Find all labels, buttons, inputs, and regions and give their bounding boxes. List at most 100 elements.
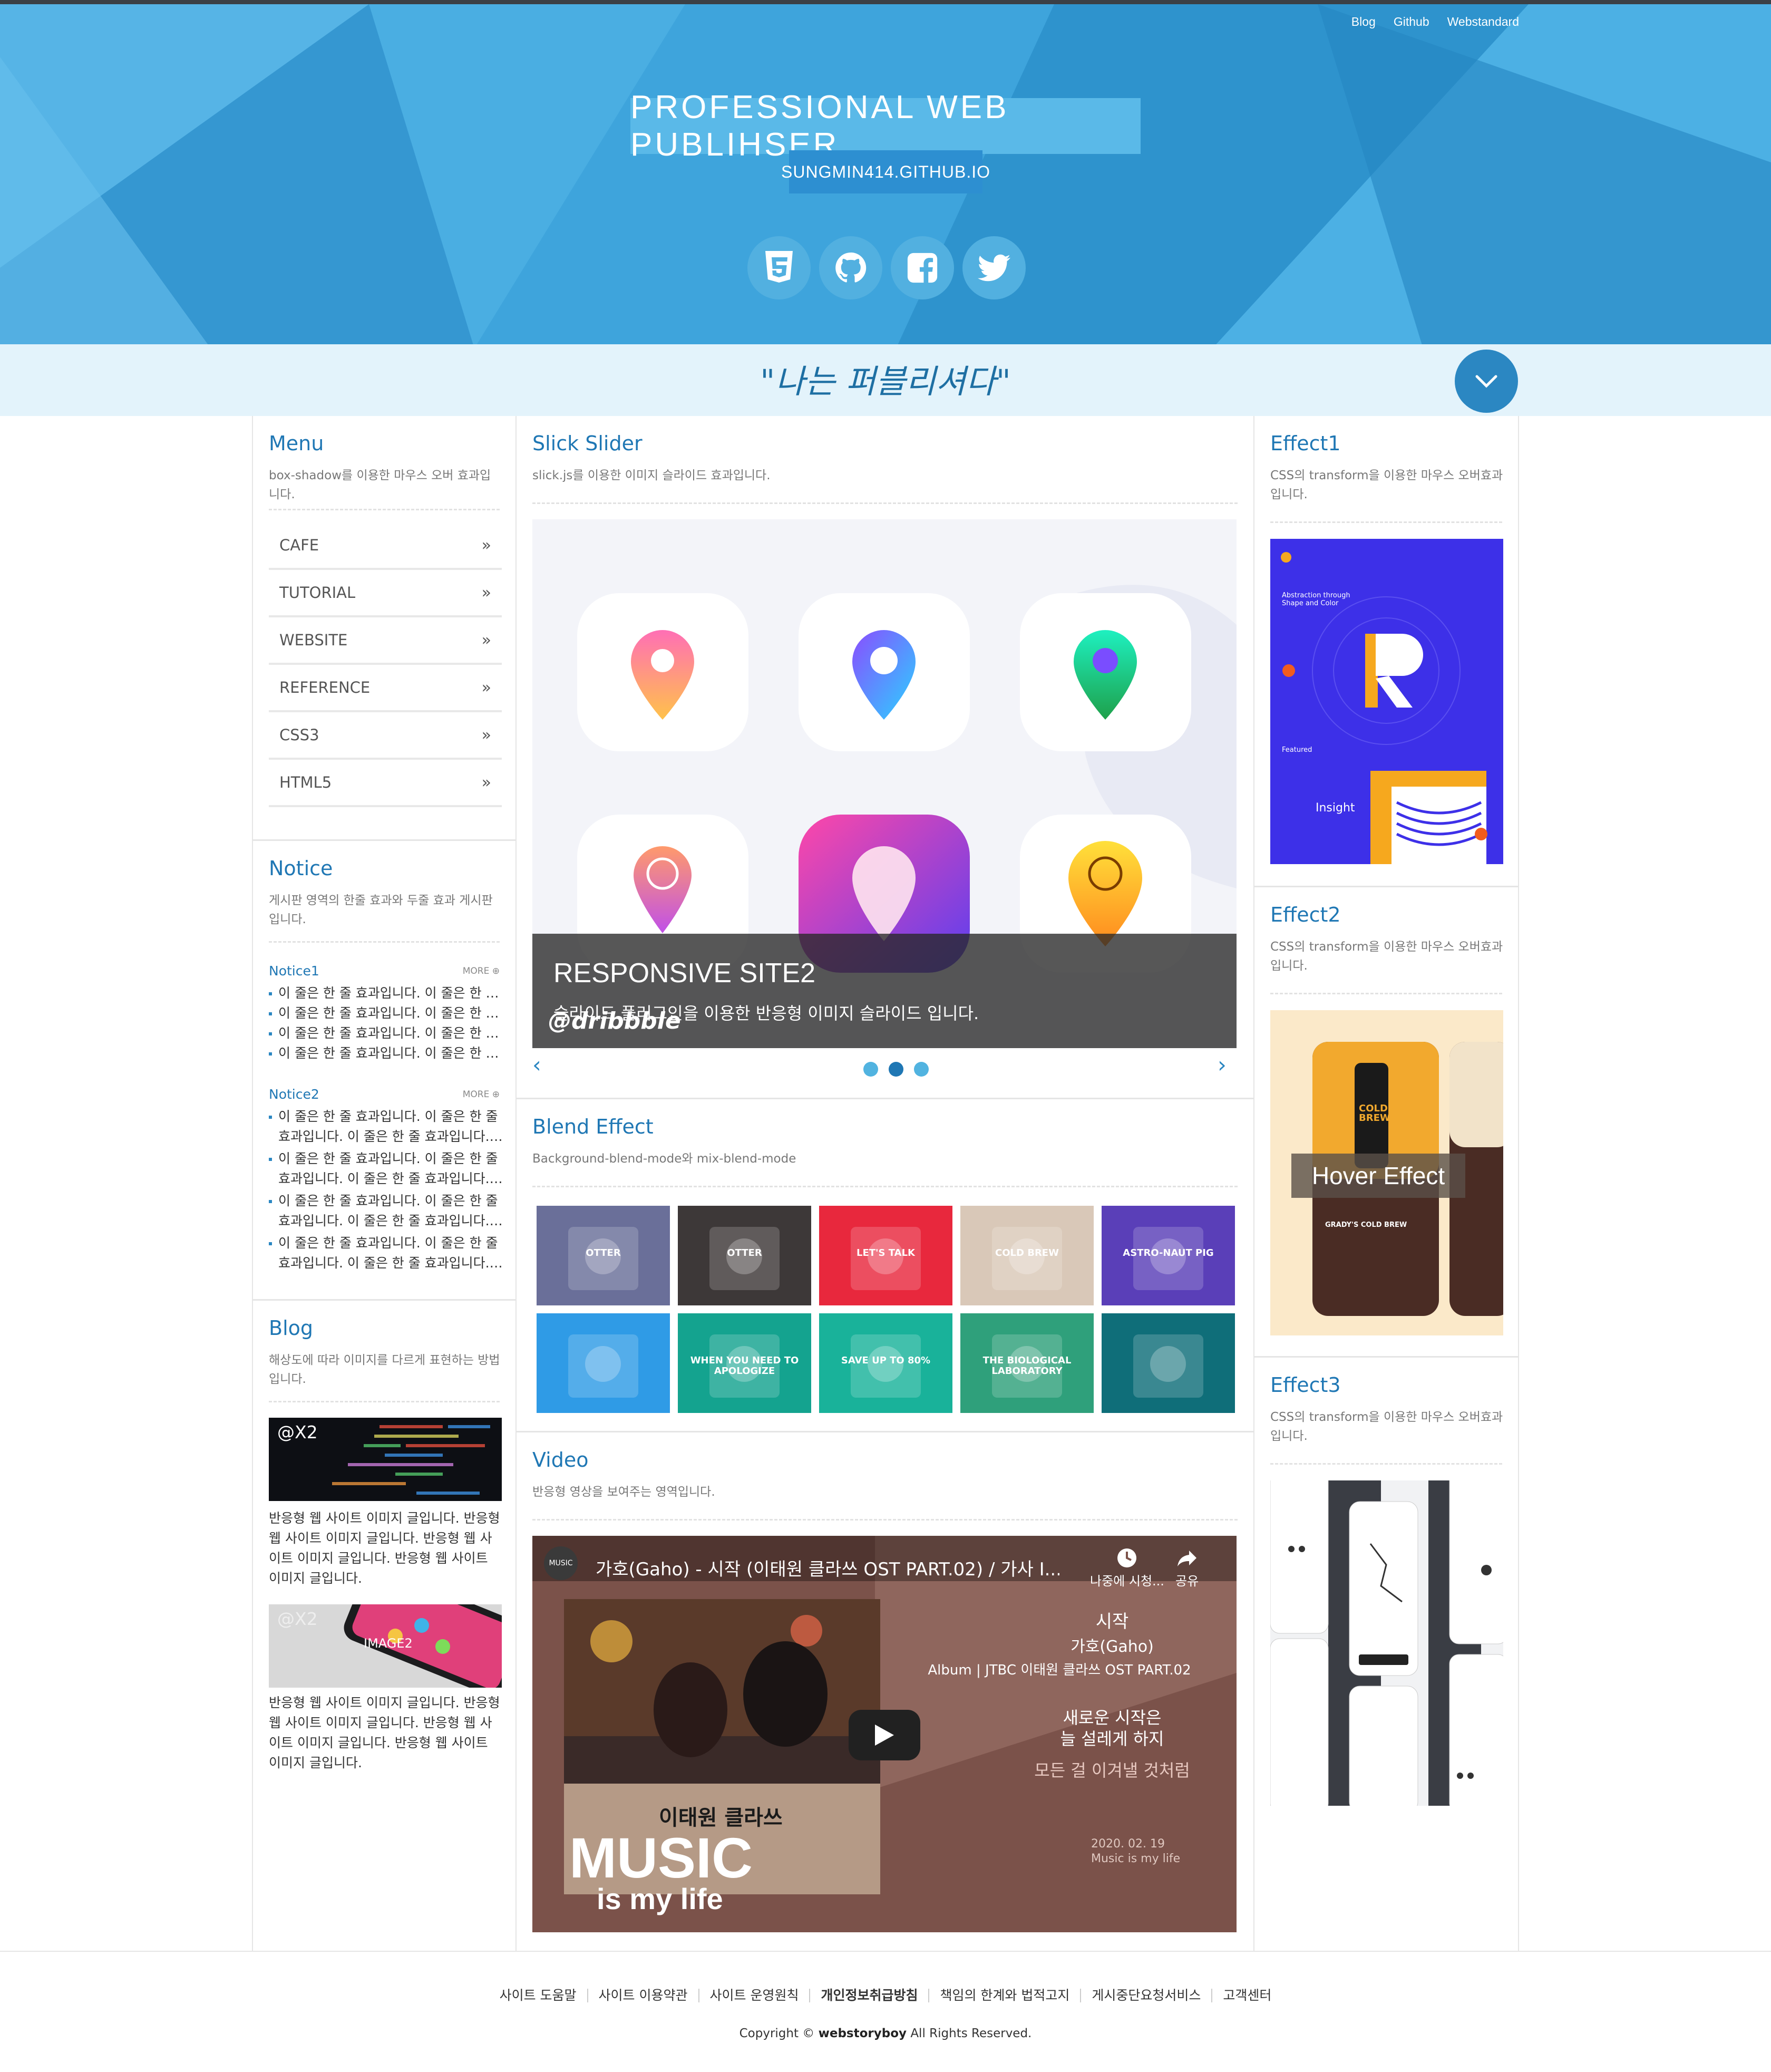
list-item[interactable]: 이 줄은 한 줄 효과입니다. 이 줄은 한 줄 효과입니다. [269,1043,504,1063]
notice2-title[interactable]: Notice2 [269,1087,319,1102]
slider-dot[interactable] [914,1062,929,1077]
video-section: Video 반응형 영상을 보여주는 영역입니다. MUSIC 가호(Gaho)… [517,1432,1253,1951]
menu-item-reference[interactable]: REFERENCE » [269,665,502,712]
effect1-section: Effect1 CSS의 transform을 이용한 마우스 오버효과입니다.… [1254,416,1518,887]
menu-desc: box-shadow를 이용한 마우스 오버 효과입니다. [269,469,491,501]
poster-sub-text: is my life [597,1882,723,1915]
video-date: 2020. 02. 19 [1091,1837,1165,1851]
footer-link-privacy[interactable]: 개인정보취급방침 [809,1989,928,2002]
menu-item-label: WEBSITE [279,631,348,649]
blend-thumbnail[interactable]: SAVE UP TO 80% [819,1313,952,1413]
twitter-icon[interactable] [962,236,1026,299]
footer-link-support[interactable]: 고객센터 [1211,1989,1282,2002]
blog-image-1[interactable]: @X2 [269,1418,502,1501]
blend-title: Blend Effect [532,1115,654,1138]
blend-thumbnail[interactable]: ASTRO-NAUT PIG [1102,1206,1235,1305]
video-title: Video [532,1448,589,1471]
list-item[interactable]: 이 줄은 한 줄 효과입니다. 이 줄은 한 줄 효과입니다. 이 줄은 한 줄… [269,1233,504,1273]
blend-thumbnail-label: COLD BREW [995,1247,1059,1258]
list-item[interactable]: 이 줄은 한 줄 효과입니다. 이 줄은 한 줄 효과입니다. [269,1003,504,1023]
divider [532,502,1238,504]
footer-link-takedown[interactable]: 게시중단요청서비스 [1080,1989,1211,2002]
middle-column: Slick Slider slick.js를 이용한 이미지 슬라이드 효과입니… [515,416,1254,1951]
blog-title: Blog [269,1316,313,1340]
scroll-down-button[interactable] [1455,350,1518,413]
effect1-image[interactable]: Abstraction through Shape and Color Feat… [1270,539,1503,864]
blend-thumbnail-label: WHEN YOU NEED TO APOLOGIZE [690,1355,799,1377]
slider-dot[interactable] [889,1062,903,1077]
blend-thumbnail[interactable]: WHEN YOU NEED TO APOLOGIZE [678,1313,811,1413]
image-slider[interactable]: RESPONSIVE SITE2 슬라이드 플러그인을 이용한 반응형 이미지 … [532,519,1237,1048]
html5-icon[interactable] [747,236,811,299]
divider [269,1401,500,1402]
blend-desc: Background-blend-mode와 mix-blend-mode [532,1152,796,1166]
menu-item-html5[interactable]: HTML5 » [269,760,502,807]
wireframe-phones-image [1270,1480,1503,1806]
footer-link-policy[interactable]: 사이트 운영원칙 [698,1989,810,2002]
share-button[interactable]: 공유 [1175,1547,1199,1589]
youtube-video-player[interactable]: MUSIC 가호(Gaho) - 시작 (이태원 클라쓰 OST PART.02… [532,1536,1237,1932]
list-item[interactable]: 이 줄은 한 줄 효과입니다. 이 줄은 한 줄 효과입니다. [269,983,504,1003]
blend-thumbnail[interactable] [1102,1313,1235,1413]
menu-item-website[interactable]: WEBSITE » [269,617,502,665]
github-icon[interactable] [819,236,882,299]
webstandard-link[interactable]: Webstandard [1447,15,1519,29]
blend-effect-section: Blend Effect Background-blend-mode와 mix-… [517,1099,1253,1432]
watch-later-button[interactable]: 나중에 시청... [1090,1547,1164,1589]
blend-thumbnail[interactable]: THE BIOLOGICAL LABORATORY [960,1313,1094,1413]
list-item[interactable]: 이 줄은 한 줄 효과입니다. 이 줄은 한 줄 효과입니다. 이 줄은 한 줄… [269,1149,504,1189]
play-button[interactable] [849,1710,920,1760]
effect2-image[interactable]: COLD BREW Hover Effect GRADY'S COLD BREW [1270,1010,1503,1335]
clock-icon [1117,1548,1137,1567]
blog-post-text: 반응형 웹 사이트 이미지 글입니다. 반응형 웹 사이트 이미지 글입니다. … [269,1695,500,1770]
divider [1270,521,1502,523]
list-item[interactable]: 이 줄은 한 줄 효과입니다. 이 줄은 한 줄 효과입니다. 이 줄은 한 줄… [269,1191,504,1231]
list-item[interactable]: 이 줄은 한 줄 효과입니다. 이 줄은 한 줄 효과입니다. [269,1023,504,1043]
blend-thumbnail[interactable] [537,1313,670,1413]
blog-section: Blog 해상도에 따라 이미지를 다르게 표현하는 방법입니다. @X2 반응… [253,1301,515,1951]
blend-thumbnail-label: SAVE UP TO 80% [841,1355,931,1366]
hover-effect-label: Hover Effect [1311,1162,1445,1189]
slider-next-button[interactable]: › [1218,1052,1227,1078]
notice1-more-button[interactable]: MORE ⊕ [463,966,500,976]
divider [269,509,500,510]
song-artist: 가호(Gaho) [1071,1638,1154,1656]
card-text: Abstraction through Shape and Color [1282,592,1350,607]
footer-link-terms[interactable]: 사이트 이용약관 [587,1989,698,2002]
chevron-down-icon [1475,375,1497,388]
channel-avatar[interactable]: MUSIC [544,1546,578,1580]
menu-item-cafe[interactable]: CAFE » [269,522,502,570]
effect2-desc: CSS의 transform을 이용한 마우스 오버효과입니다. [1270,940,1503,973]
plus-circle-icon: ⊕ [492,965,500,976]
blog-image-2[interactable]: @X2 IMAGE2 [269,1604,502,1688]
blend-thumbnail[interactable]: OTTER [537,1206,670,1305]
notice2-more-button[interactable]: MORE ⊕ [463,1089,500,1100]
image-label: IMAGE2 [364,1636,413,1651]
blend-thumbnail[interactable]: COLD BREW [960,1206,1094,1305]
notice-title: Notice [269,857,333,880]
video-title-text[interactable]: 가호(Gaho) - 시작 (이태원 클라쓰 OST PART.02) / 가사… [596,1555,1059,1581]
menu-item-css3[interactable]: CSS3 » [269,712,502,760]
effect1-title: Effect1 [1270,432,1341,455]
facebook-icon[interactable] [891,236,954,299]
notice1-title[interactable]: Notice1 [269,963,319,979]
slick-title: Slick Slider [532,432,643,455]
footer-links: 사이트 도움말 사이트 이용약관 사이트 운영원칙 개인정보취급방침 책임의 한… [0,1989,1771,2002]
divider [1270,993,1502,994]
bottle-label: COLD BREW [1359,1103,1390,1124]
footer-link-legal[interactable]: 책임의 한계와 법적고지 [928,1989,1080,2002]
list-item[interactable]: 이 줄은 한 줄 효과입니다. 이 줄은 한 줄 효과입니다. 이 줄은 한 줄… [269,1107,504,1147]
blend-thumbnail-label: THE BIOLOGICAL LABORATORY [982,1355,1072,1377]
effect3-image[interactable] [1270,1480,1503,1806]
slider-dot[interactable] [863,1062,878,1077]
blend-thumbnail[interactable]: LET'S TALK [819,1206,952,1305]
menu-item-tutorial[interactable]: TUTORIAL » [269,570,502,617]
footer-link-help[interactable]: 사이트 도움말 [489,1989,587,2002]
site-subtitle[interactable]: SUNGMIN414.GITHUB.IO [781,150,990,193]
product-name: GRADY'S COLD BREW [1325,1221,1407,1229]
blog-link[interactable]: Blog [1351,15,1376,29]
blend-thumbnail[interactable]: OTTER [678,1206,811,1305]
slider-prev-button[interactable]: ‹ [532,1052,541,1078]
github-link[interactable]: Github [1394,15,1429,29]
blend-thumbnail-label: OTTER [727,1247,762,1258]
